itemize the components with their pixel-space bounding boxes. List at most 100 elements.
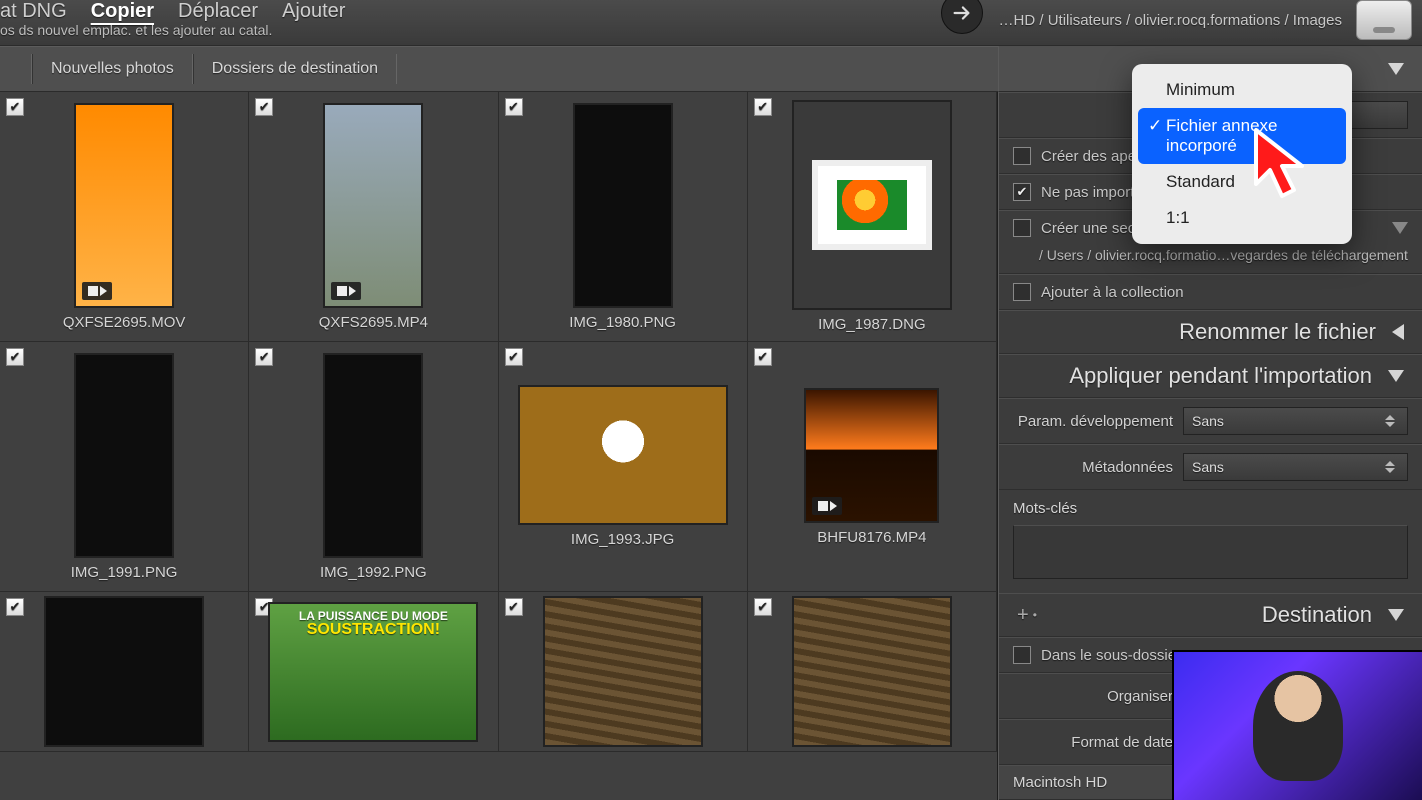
thumb-checkbox[interactable] (505, 348, 523, 366)
dropdown-option[interactable]: 1:1 (1132, 200, 1352, 236)
thumbnail-cell[interactable]: QXFS2695.MP4 (249, 92, 498, 342)
mode-copy[interactable]: Copier (91, 0, 154, 23)
second-copy-chevron-icon[interactable] (1392, 222, 1408, 234)
dev-params-label: Param. développement (1013, 413, 1173, 430)
import-mode-tabs: at DNG Copier Déplacer Ajouter os ds nou… (0, 0, 345, 23)
thumbnail-image[interactable] (792, 100, 952, 310)
grid-area: QXFSE2695.MOV QXFS2695.MP4 IMG_1980.PNG IMG… (0, 92, 998, 800)
thumbnail-image[interactable] (804, 388, 939, 523)
thumb-checkbox[interactable] (255, 348, 273, 366)
thumb-checkbox[interactable] (754, 598, 772, 616)
thumbnail-image[interactable] (323, 353, 423, 558)
mode-move[interactable]: Déplacer (178, 0, 258, 23)
row-add-collection: Ajouter à la collection (999, 274, 1422, 310)
tab-new-photos[interactable]: Nouvelles photos (32, 54, 193, 84)
thumbnail-filename: IMG_1993.JPG (571, 531, 674, 548)
mode-dng[interactable]: at DNG (0, 0, 67, 23)
panel-destination[interactable]: +• Destination (999, 593, 1422, 637)
thumbnail-cell[interactable]: IMG_1993.JPG (499, 342, 748, 592)
destination-chevron-icon (1388, 609, 1404, 621)
add-collection-label: Ajouter à la collection (1041, 284, 1184, 301)
previews-dropdown[interactable]: MinimumFichier annexe incorporéStandard1… (1132, 64, 1352, 244)
thumbnail-cell[interactable]: IMG_1991.PNG (0, 342, 249, 592)
panel-rename[interactable]: Renommer le fichier (999, 310, 1422, 354)
thumbnail-image[interactable] (44, 596, 204, 747)
dyn-previews-checkbox[interactable] (1013, 147, 1031, 165)
thumbnail-filename: IMG_1992.PNG (320, 564, 427, 581)
thumbnail-cell[interactable]: BHFU8176.MP4 (748, 342, 997, 592)
thumb-checkbox[interactable] (255, 98, 273, 116)
thumbnail-cell[interactable] (748, 592, 997, 752)
thumbnail-image[interactable]: LA PUISSANCE DU MODESOUSTRACTION! (268, 602, 478, 742)
thumbnail-image[interactable] (543, 596, 703, 747)
thumbnail-grid: QXFSE2695.MOV QXFS2695.MP4 IMG_1980.PNG IMG… (0, 92, 997, 800)
tab-dest-folders[interactable]: Dossiers de destination (193, 54, 397, 84)
annotation-cursor (1252, 126, 1312, 206)
video-badge-icon (331, 282, 361, 300)
top-bar: at DNG Copier Déplacer Ajouter os ds nou… (0, 0, 1422, 46)
thumbnail-image[interactable] (323, 103, 423, 308)
metadata-select[interactable]: Sans (1183, 453, 1408, 481)
date-format-label: Format de date (1013, 734, 1173, 751)
metadata-label: Métadonnées (1013, 459, 1173, 476)
thumb-checkbox[interactable] (6, 348, 24, 366)
thumbnail-image[interactable] (792, 596, 952, 747)
rename-chevron-icon (1392, 324, 1404, 340)
video-badge-icon (82, 282, 112, 300)
organize-label: Organiser (1013, 688, 1173, 705)
thumbnail-image[interactable] (74, 353, 174, 558)
dev-params-select[interactable]: Sans (1183, 407, 1408, 435)
thumbnail-cell[interactable]: IMG_1987.DNG (748, 92, 997, 342)
keywords-section: Mots-clés (999, 490, 1422, 517)
destination-add-icon[interactable]: +• (1017, 604, 1041, 627)
presenter-silhouette (1253, 671, 1343, 781)
row-metadata: Métadonnées Sans (999, 444, 1422, 490)
thumbnail-filename: IMG_1991.PNG (71, 564, 178, 581)
subfolder-checkbox[interactable] (1013, 646, 1031, 664)
thumbnail-cell[interactable]: LA PUISSANCE DU MODESOUSTRACTION! (249, 592, 498, 752)
second-copy-path: / Users / olivier.rocq.formatio…vegardes… (999, 245, 1422, 274)
disk-icon[interactable] (1356, 0, 1412, 40)
filter-tabs: Nouvelles photos Dossiers de destination (14, 54, 397, 84)
destination-title: Destination (1262, 602, 1372, 628)
add-collection-checkbox[interactable] (1013, 283, 1031, 301)
keywords-label: Mots-clés (1013, 500, 1077, 517)
thumbnail-cell[interactable]: IMG_1980.PNG (499, 92, 748, 342)
thumbnail-cell[interactable] (499, 592, 748, 752)
arrow-right-icon (951, 2, 973, 24)
thumb-checkbox[interactable] (505, 98, 523, 116)
thumbnail-filename: QXFS2695.MP4 (319, 314, 428, 331)
mode-subhint: os ds nouvel emplac. et les ajouter au c… (0, 22, 272, 38)
thumbnail-cell[interactable] (0, 592, 249, 752)
thumb-checkbox[interactable] (754, 348, 772, 366)
destination-summary: …HD / Utilisateurs / olivier.rocq.format… (941, 0, 1412, 40)
stepper-icon (1385, 415, 1399, 427)
go-arrow-button[interactable] (941, 0, 983, 34)
panel-collapse-chevron-icon[interactable] (1388, 63, 1404, 75)
thumb-checkbox[interactable] (505, 598, 523, 616)
apply-during-title: Appliquer pendant l'importation (1069, 363, 1372, 389)
mode-add[interactable]: Ajouter (282, 0, 345, 23)
keywords-input[interactable] (1013, 525, 1408, 579)
tab-all-stub[interactable] (14, 54, 32, 84)
subfolder-label: Dans le sous-dossier (1041, 647, 1181, 664)
row-dev-params: Param. développement Sans (999, 398, 1422, 444)
thumb-checkbox[interactable] (754, 98, 772, 116)
thumb-checkbox[interactable] (6, 98, 24, 116)
panel-apply-during[interactable]: Appliquer pendant l'importation (999, 354, 1422, 398)
thumbnail-filename: IMG_1980.PNG (569, 314, 676, 331)
dropdown-option[interactable]: Minimum (1132, 72, 1352, 108)
dropdown-option[interactable]: Standard (1132, 164, 1352, 200)
video-badge-icon (812, 497, 842, 515)
dropdown-option[interactable]: Fichier annexe incorporé (1138, 108, 1346, 164)
thumbnail-image[interactable] (74, 103, 174, 308)
second-copy-checkbox[interactable] (1013, 219, 1031, 237)
thumbnail-image[interactable] (573, 103, 673, 308)
thumb-checkbox[interactable] (6, 598, 24, 616)
no-dupes-checkbox[interactable] (1013, 183, 1031, 201)
volume-name: Macintosh HD (1013, 774, 1107, 791)
apply-during-chevron-icon (1388, 370, 1404, 382)
thumbnail-cell[interactable]: IMG_1992.PNG (249, 342, 498, 592)
thumbnail-cell[interactable]: QXFSE2695.MOV (0, 92, 249, 342)
thumbnail-image[interactable] (518, 385, 728, 525)
